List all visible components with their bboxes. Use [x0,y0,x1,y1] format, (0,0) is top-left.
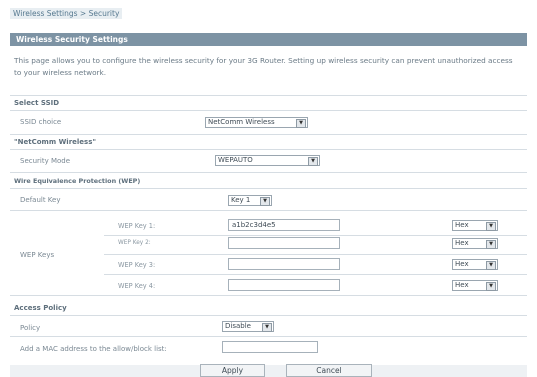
default-key-label: Default Key [20,196,61,204]
security-mode-label: Security Mode [20,157,71,165]
policy-value: Disable [225,322,251,330]
section-header: Wireless Security Settings [10,33,527,46]
chevron-down-icon: ▼ [260,197,270,206]
ssid-choice-label: SSID choice [20,118,62,126]
policy-select[interactable]: Disable ▼ [222,321,274,332]
default-key-value: Key 1 [231,196,251,204]
ssid-choice-select[interactable]: NetComm Wireless ▼ [205,117,308,128]
default-key-select[interactable]: Key 1 ▼ [228,195,272,206]
divider [10,336,527,337]
wep-key-4-format-value: Hex [455,281,469,289]
network-section-title: "NetComm Wireless" [14,138,97,146]
security-mode-select[interactable]: WEPAUTO ▼ [215,155,320,166]
wep-keys-label: WEP Keys [20,251,55,259]
wep-key-3-label: WEP Key 3: [118,261,156,269]
security-mode-value: WEPAUTO [218,156,253,164]
divider [10,149,527,150]
wep-key-4-format-select[interactable]: Hex ▼ [452,280,498,291]
chevron-down-icon: ▼ [308,157,318,166]
wep-section-title: Wire Equivalence Protection (WEP) [14,177,141,185]
wep-key-3-format-value: Hex [455,260,469,268]
chevron-down-icon: ▼ [296,119,306,128]
wep-key-2-format-value: Hex [455,239,469,247]
chevron-down-icon: ▼ [486,282,496,291]
wep-key-1-format-value: Hex [455,221,469,229]
wep-key-1-format-select[interactable]: Hex ▼ [452,220,498,231]
divider [10,315,527,316]
divider [10,95,527,96]
wep-key-3-format-select[interactable]: Hex ▼ [452,259,498,270]
page-title: Wireless Security Settings [16,35,128,44]
mac-address-input[interactable] [222,341,318,353]
divider [10,110,527,111]
apply-button[interactable]: Apply [200,364,265,377]
chevron-down-icon: ▼ [486,240,496,249]
divider [10,295,527,296]
button-bar [10,365,527,377]
wep-key-1-input[interactable]: a1b2c3d4e5 [228,219,340,231]
chevron-down-icon: ▼ [486,222,496,231]
wep-key-2-input[interactable] [228,237,340,249]
divider [10,210,527,211]
wep-key-4-label: WEP Key 4: [118,282,156,290]
divider [10,134,527,135]
policy-label: Policy [20,324,41,332]
divider [10,188,527,189]
wep-key-3-input[interactable] [228,258,340,270]
access-policy-section-title: Access Policy [14,304,67,312]
divider [104,274,527,275]
wep-key-2-label: WEP Key 2: [118,240,151,246]
divider [104,254,527,255]
wep-key-1-label: WEP Key 1: [118,222,156,230]
mac-address-label: Add a MAC address to the allow/block lis… [20,345,167,353]
breadcrumb: Wireless Settings > Security [10,8,123,19]
divider [104,235,527,236]
chevron-down-icon: ▼ [262,323,272,332]
wep-key-4-input[interactable] [228,279,340,291]
divider [10,172,527,173]
chevron-down-icon: ▼ [486,261,496,270]
cancel-button[interactable]: Cancel [286,364,372,377]
ssid-choice-value: NetComm Wireless [208,118,275,126]
wep-key-2-format-select[interactable]: Hex ▼ [452,238,498,249]
page-description: This page allows you to configure the wi… [14,56,513,77]
ssid-section-title: Select SSID [14,99,60,107]
